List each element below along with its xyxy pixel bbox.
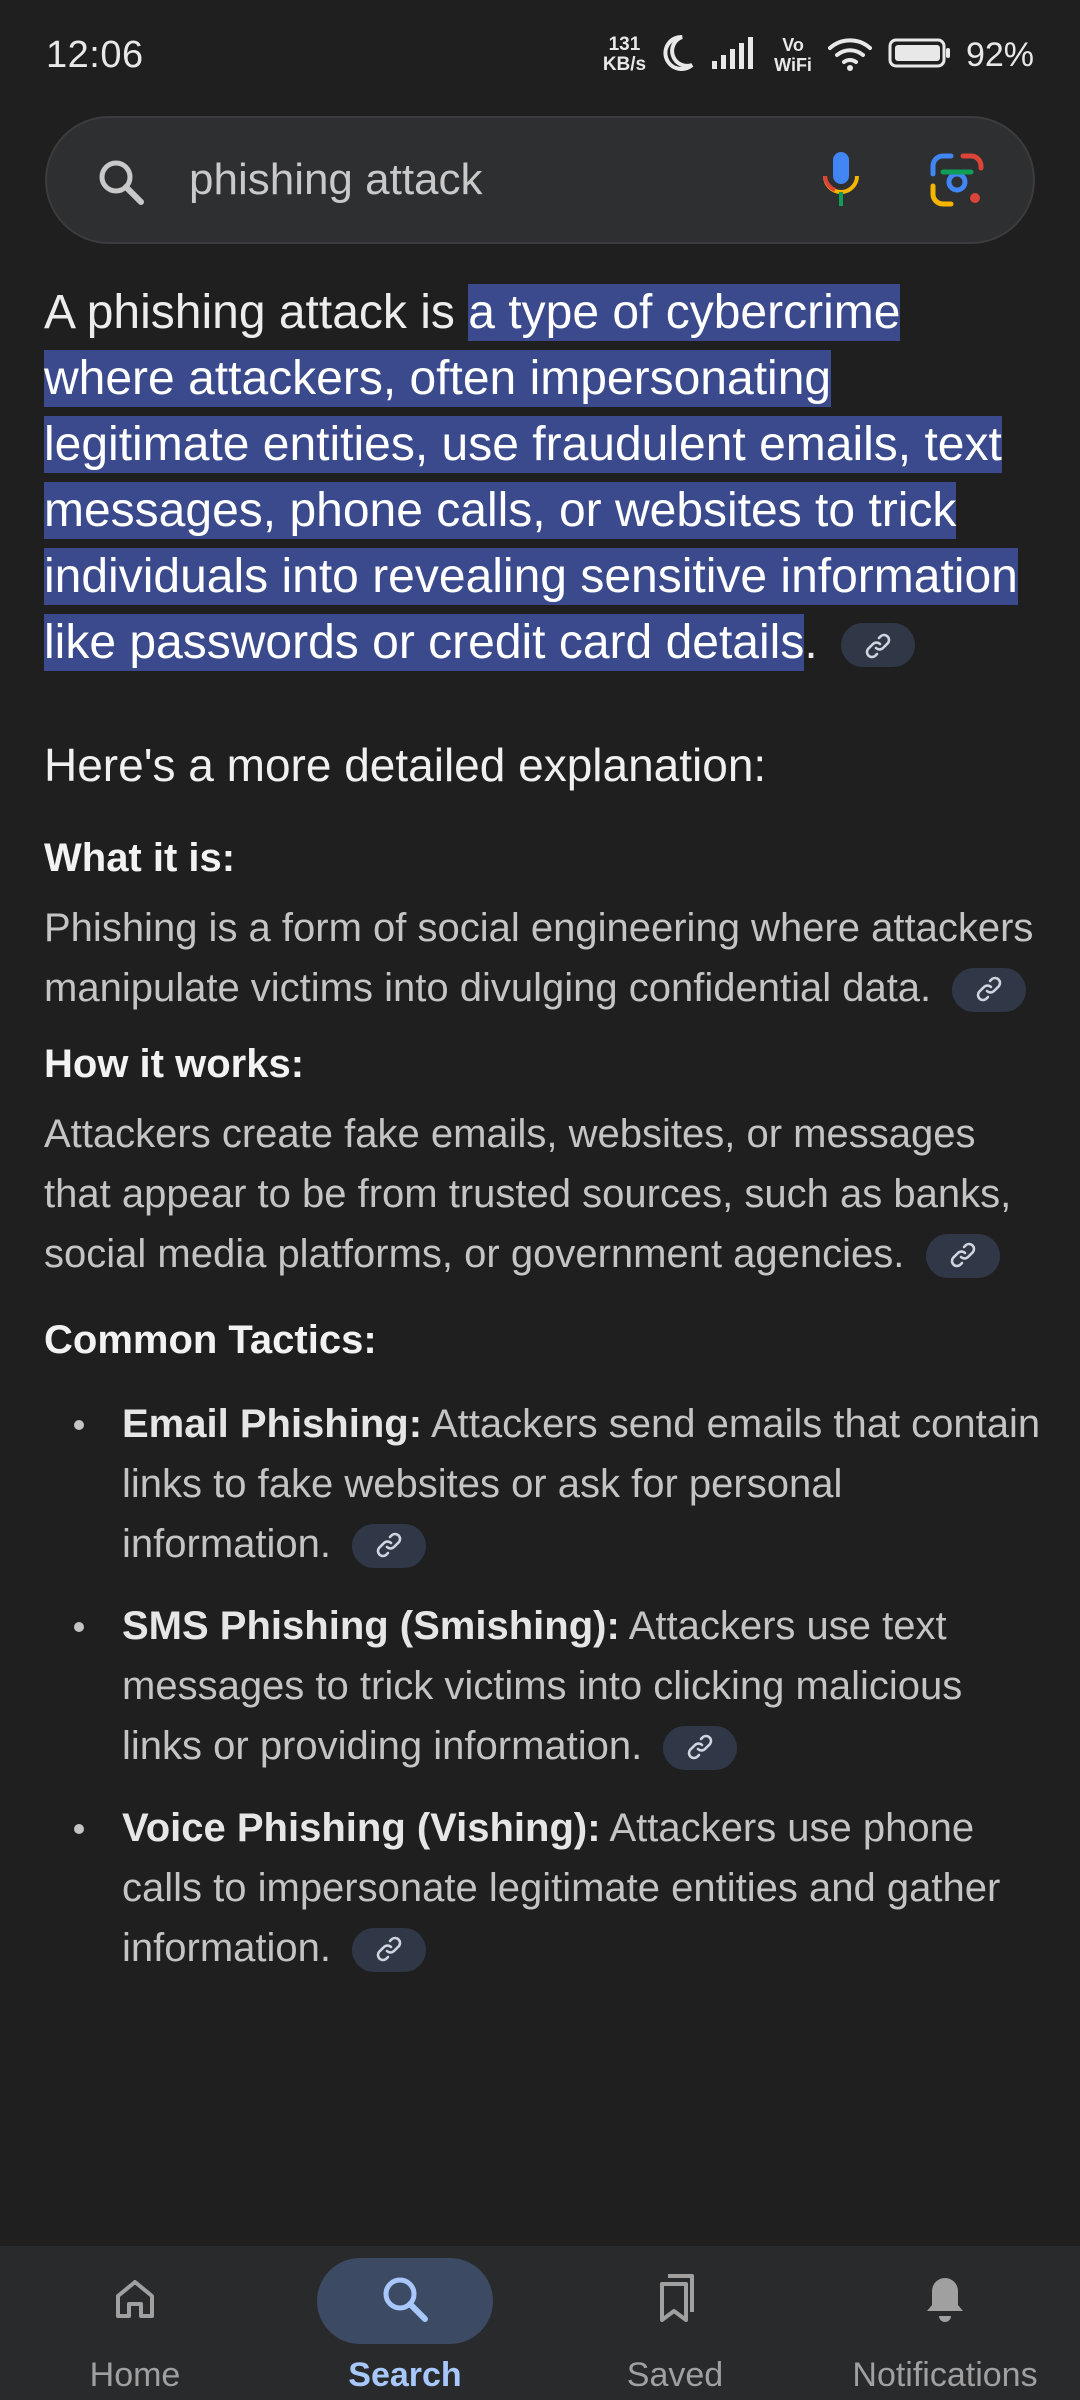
intro-end: . (804, 616, 818, 669)
what-it-is-text: Phishing is a form of social engineering… (44, 898, 1044, 1018)
nav-notifications[interactable]: Notifications (810, 2246, 1080, 2400)
vowifi-top: Vo (782, 35, 804, 55)
vowifi-indicator: Vo WiFi (774, 35, 812, 75)
nav-label: Home (89, 2356, 181, 2394)
list-item: Voice Phishing (Vishing): Attackers use … (44, 1798, 1044, 1978)
nav-icon-container (857, 2258, 1033, 2344)
nav-label: Saved (626, 2356, 724, 2394)
tactic-name: SMS Phishing (Smishing): (122, 1604, 620, 1648)
bullet (74, 1420, 84, 1430)
source-link-button[interactable] (352, 1928, 427, 1973)
tactic-name: Voice Phishing (Vishing): (122, 1806, 601, 1850)
bullet (74, 1622, 84, 1632)
intro-plain: A phishing attack is (44, 286, 469, 339)
status-icons: 131 KB/s Vo WiFi 92% (603, 33, 1034, 78)
list-item: SMS Phishing (Smishing): Attackers use t… (44, 1596, 1044, 1776)
network-speed: 131 KB/s (603, 35, 646, 75)
nav-icon-container (317, 2258, 493, 2344)
nav-saved[interactable]: Saved (540, 2246, 810, 2400)
nav-icon-container (47, 2258, 223, 2344)
status-time: 12:06 (46, 33, 144, 76)
source-link-button[interactable] (352, 1524, 427, 1569)
battery-percentage: 92% (965, 35, 1034, 74)
search-icon (379, 2273, 431, 2330)
link-icon (949, 1226, 977, 1286)
vowifi-bottom: WiFi (774, 55, 812, 75)
nav-home[interactable]: Home (0, 2246, 270, 2400)
bookmark-icon (650, 2272, 700, 2331)
search-icon (95, 156, 147, 213)
link-icon (375, 1516, 403, 1576)
tactics-list: Email Phishing: Attackers send emails th… (44, 1394, 1044, 1978)
nav-search[interactable]: Search (270, 2246, 540, 2400)
cellular-signal-icon (710, 35, 760, 76)
network-speed-unit: KB/s (602, 54, 647, 75)
tactic-name: Email Phishing: (122, 1402, 423, 1446)
common-tactics-title: Common Tactics: (44, 1318, 377, 1362)
status-bar: 12:06 131 KB/s Vo WiFi 92% (0, 0, 1080, 110)
bullet (74, 1824, 84, 1834)
link-icon (864, 612, 892, 678)
screen: 12:06 131 KB/s Vo WiFi 92% phishing atta… (0, 0, 1080, 2400)
answer-content: A phishing attack is a type of cybercrim… (44, 280, 1044, 2000)
section-heading: Here's a more detailed explanation: (44, 739, 767, 791)
bottom-navigation: Home Search Saved Notifications (0, 2246, 1080, 2400)
moon-icon (660, 33, 696, 78)
link-icon (686, 1718, 714, 1778)
link-icon (975, 960, 1003, 1020)
mic-icon[interactable] (819, 150, 863, 215)
how-it-works-text: Attackers create fake emails, websites, … (44, 1104, 1044, 1284)
source-link-button[interactable] (841, 623, 915, 668)
search-input[interactable]: phishing attack (189, 118, 483, 242)
nav-label: Search (348, 2356, 462, 2394)
bell-icon (920, 2272, 970, 2331)
source-link-button[interactable] (952, 968, 1027, 1013)
how-it-works-body: Attackers create fake emails, websites, … (44, 1112, 1012, 1276)
network-speed-value: 131 (608, 34, 641, 55)
source-link-button[interactable] (663, 1726, 738, 1771)
what-it-is-title: What it is: (44, 836, 236, 880)
search-bar[interactable]: phishing attack (45, 116, 1035, 244)
home-icon (110, 2274, 160, 2329)
answer-intro: A phishing attack is a type of cybercrim… (44, 280, 1044, 676)
what-it-is-body: Phishing is a form of social engineering… (44, 906, 1034, 1010)
lens-icon[interactable] (929, 152, 985, 213)
nav-label: Notifications (852, 2356, 1038, 2394)
link-icon (375, 1920, 403, 1980)
nav-icon-container (587, 2258, 763, 2344)
source-link-button[interactable] (925, 1234, 1000, 1279)
how-it-works-title: How it works: (44, 1042, 305, 1086)
wifi-icon (826, 34, 874, 77)
battery-icon (888, 37, 952, 74)
list-item: Email Phishing: Attackers send emails th… (44, 1394, 1044, 1574)
